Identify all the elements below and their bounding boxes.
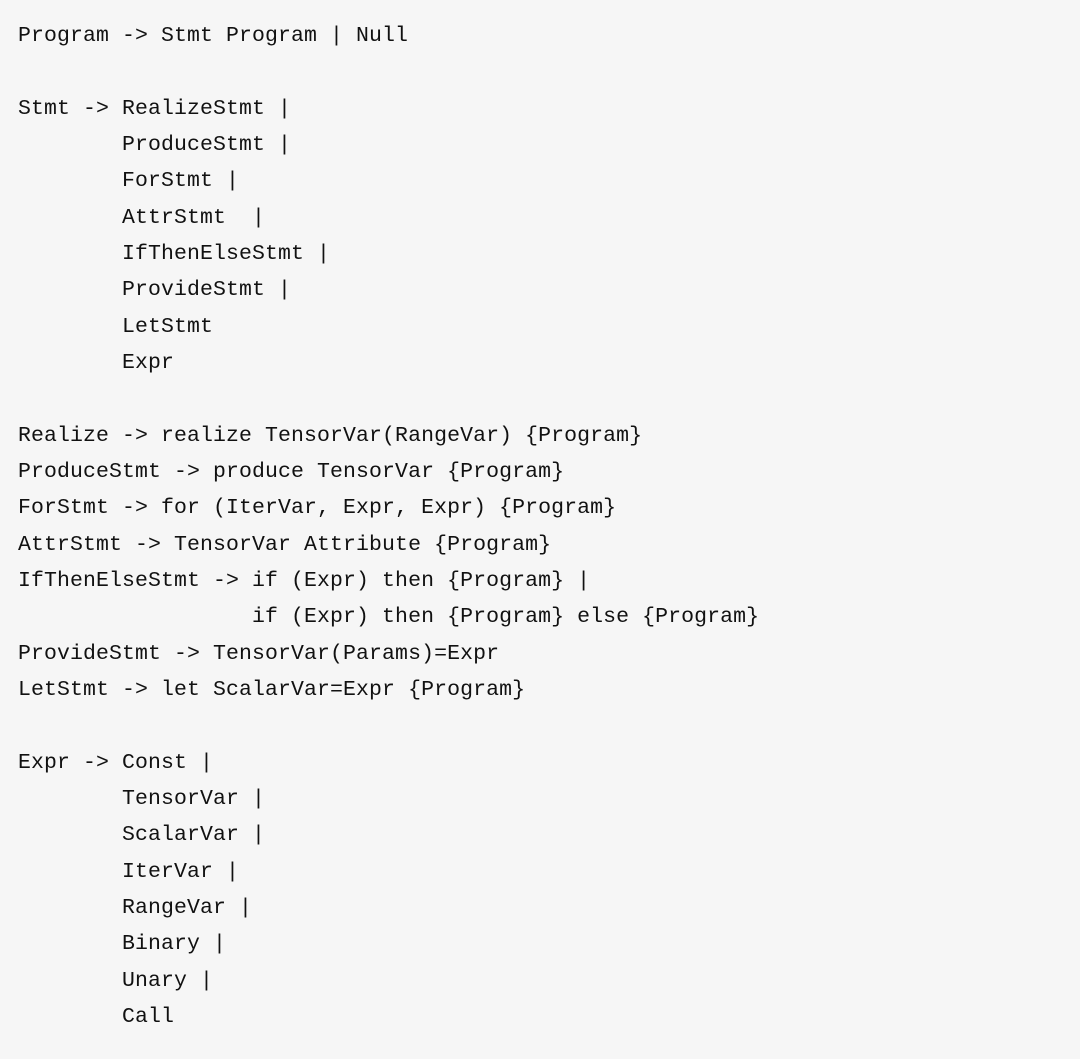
grammar-code-block: Program -> Stmt Program | Null Stmt -> R… (0, 0, 1080, 1059)
